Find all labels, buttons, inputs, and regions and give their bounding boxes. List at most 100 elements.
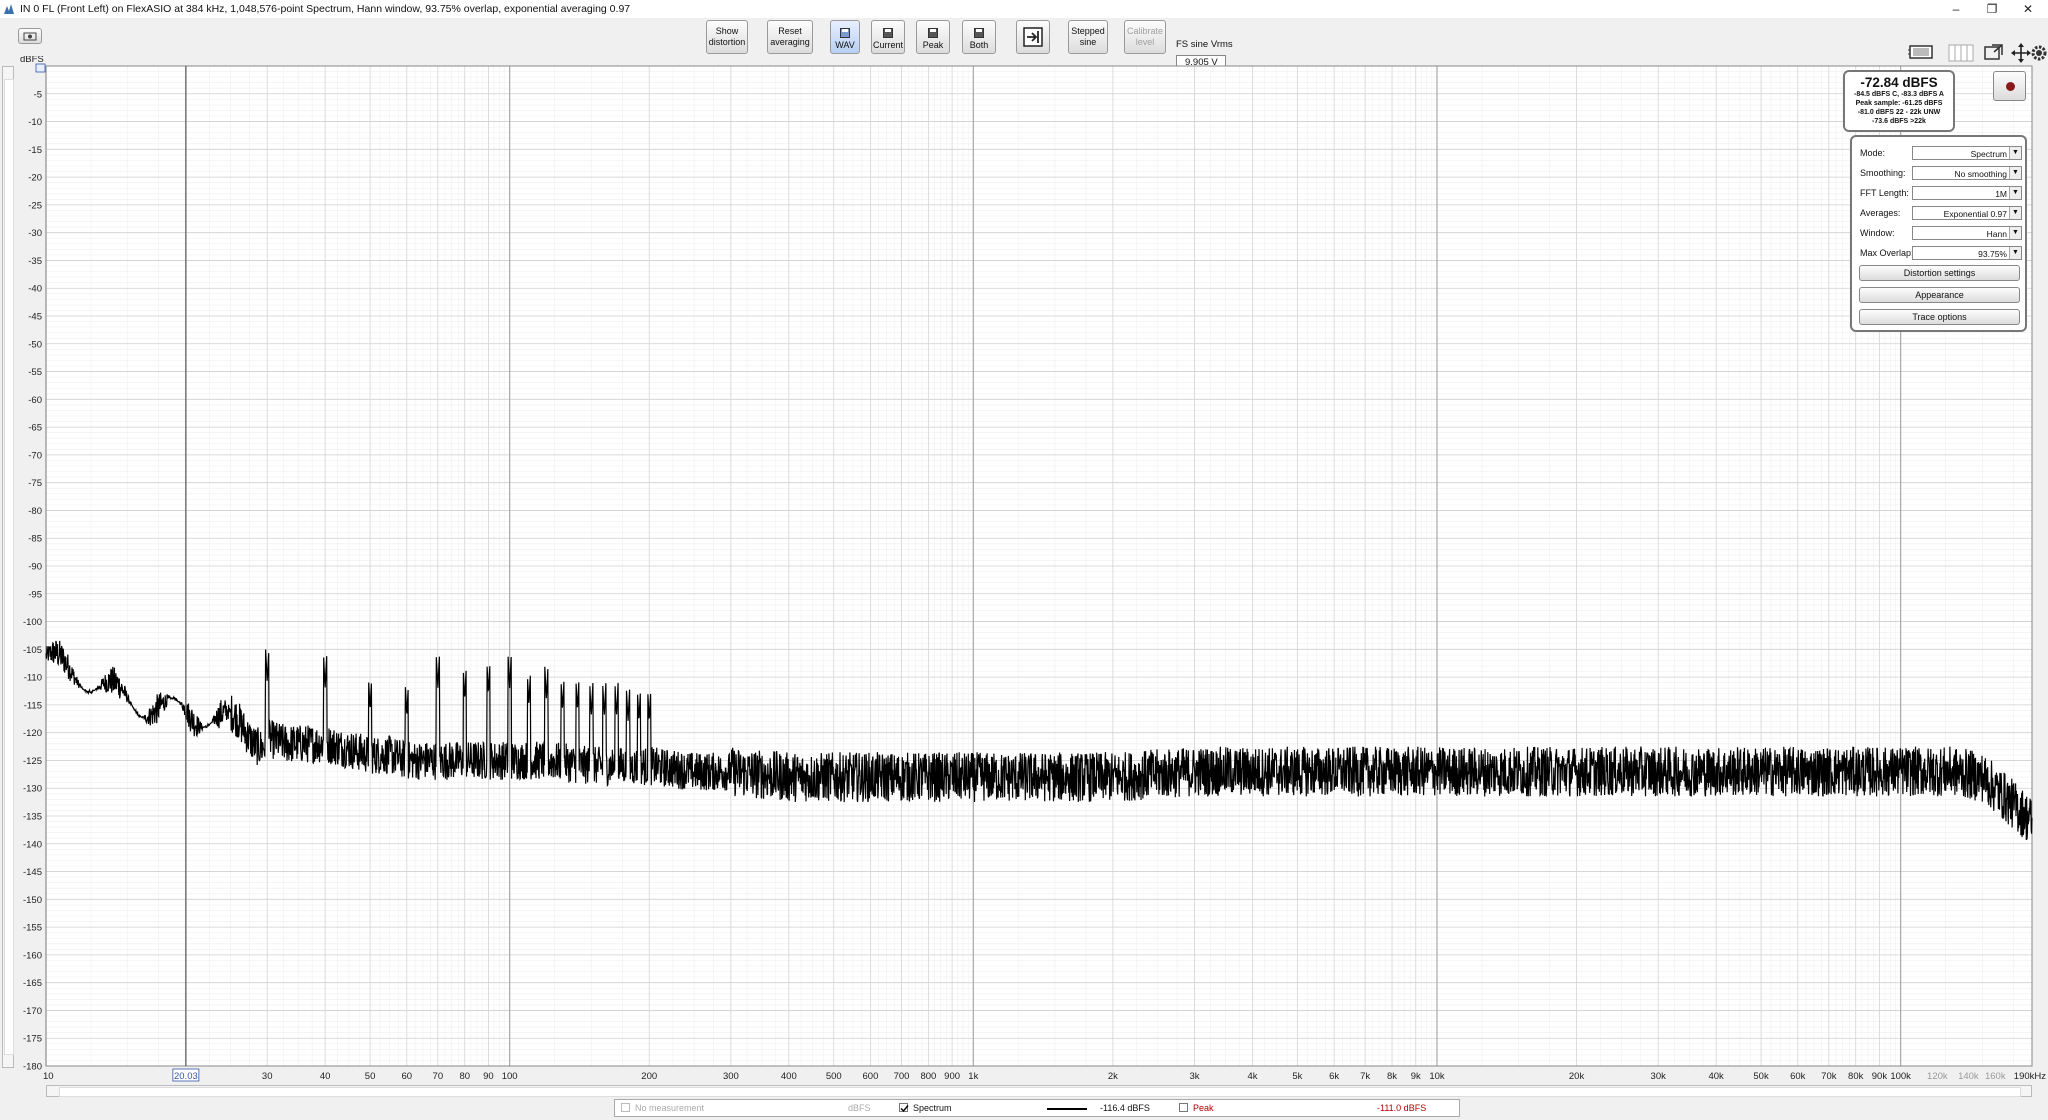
peak-checkbox[interactable] xyxy=(1179,1103,1188,1112)
record-button[interactable] xyxy=(1993,71,2026,101)
x-tick-label: 10k xyxy=(1429,1071,1445,1082)
window-value: Hann xyxy=(1986,229,2007,239)
distortion-settings-button[interactable]: Distortion settings xyxy=(1859,265,2020,281)
y-tick-label: -30 xyxy=(28,228,42,239)
y-tick-label: -165 xyxy=(23,978,42,989)
x-tick-label: 100 xyxy=(502,1071,518,1082)
x-tick-label: 500 xyxy=(826,1071,842,1082)
x-tick-label: 700 xyxy=(894,1071,910,1082)
y-tick-label: -85 xyxy=(28,534,42,545)
y-tick-label: -35 xyxy=(28,256,42,267)
x-tick-label: 2k xyxy=(1108,1071,1118,1082)
screenshot-button[interactable] xyxy=(18,28,42,44)
no-measurement-checkbox[interactable] xyxy=(621,1103,630,1112)
wav-button[interactable]: WAV xyxy=(830,20,860,54)
y-tick-label: -90 xyxy=(28,562,42,573)
spectrum-label: Spectrum xyxy=(913,1103,952,1113)
x-tick-label: 4k xyxy=(1247,1071,1257,1082)
x-tick-label: 900 xyxy=(944,1071,960,1082)
save-icon xyxy=(840,28,850,38)
calibrate-level-button[interactable]: Calibrate level xyxy=(1124,20,1166,54)
mode-select[interactable]: Spectrum ▼ xyxy=(1912,146,2022,160)
chevron-down-icon: ▼ xyxy=(2009,147,2021,159)
horizontal-scroll-thumb[interactable] xyxy=(59,1087,2021,1097)
restore-button[interactable]: ❐ xyxy=(1972,0,2012,18)
x-tick-label: 80k xyxy=(1848,1071,1864,1082)
no-measurement-label: No measurement xyxy=(635,1103,705,1113)
y-tick-label: -115 xyxy=(24,700,42,711)
x-tick-label: 300 xyxy=(723,1071,739,1082)
save-both-button[interactable]: Both xyxy=(962,20,996,54)
rta-control-panel: Mode: Spectrum ▼ Smoothing: No smoothing ▼… xyxy=(1850,135,2027,332)
averages-value: Exponential 0.97 xyxy=(1943,209,2007,219)
x-tick-label: 10 xyxy=(43,1071,54,1082)
peak-value: -111.0 dBFS xyxy=(1377,1103,1427,1113)
smoothing-select[interactable]: No smoothing ▼ xyxy=(1912,166,2022,180)
x-tick-label: 120k xyxy=(1927,1071,1948,1082)
y-tick-label: -100 xyxy=(23,617,42,628)
y-tick-label: -105 xyxy=(23,645,42,656)
x-tick-label: 200 xyxy=(641,1071,657,1082)
chevron-down-icon: ▼ xyxy=(2009,187,2021,199)
averages-select[interactable]: Exponential 0.97 ▼ xyxy=(1912,206,2022,220)
level-main-value: -72.84 dBFS xyxy=(1860,75,1938,90)
save-icon xyxy=(974,28,984,38)
x-tick-label: 9k xyxy=(1411,1071,1421,1082)
show-distortion-button[interactable]: Show distortion xyxy=(706,20,748,54)
vertical-scroll-thumb[interactable] xyxy=(4,79,14,1055)
record-icon xyxy=(2006,82,2015,91)
fft-length-value: 1M xyxy=(1995,189,2007,199)
x-tick-label: 600 xyxy=(863,1071,879,1082)
y-tick-label: -130 xyxy=(23,784,42,795)
vertical-scrollbar[interactable] xyxy=(2,66,14,1068)
level-above-22k: -73.6 dBFS >22k xyxy=(1872,118,1926,125)
reset-averaging-button[interactable]: Reset averaging xyxy=(767,20,813,54)
chevron-down-icon: ▼ xyxy=(2009,227,2021,239)
horizontal-scrollbar[interactable] xyxy=(46,1085,2032,1097)
averages-label: Averages: xyxy=(1860,208,1901,218)
fft-length-select[interactable]: 1M ▼ xyxy=(1912,186,2022,200)
y-tick-label: -140 xyxy=(23,839,42,850)
chevron-down-icon: ▼ xyxy=(2009,207,2021,219)
both-label: Both xyxy=(969,40,989,50)
minimize-button[interactable]: – xyxy=(1936,0,1976,18)
spectrum-checkbox[interactable] xyxy=(899,1103,909,1113)
trace-options-button[interactable]: Trace options xyxy=(1859,309,2020,325)
close-button[interactable]: ✕ xyxy=(2008,0,2048,18)
x-tick-label: 70k xyxy=(1821,1071,1837,1082)
peak-label: Peak xyxy=(1193,1103,1214,1113)
window-select[interactable]: Hann ▼ xyxy=(1912,226,2022,240)
fs-sine-label: FS sine Vrms xyxy=(1176,39,1233,50)
x-tick-label: 7k xyxy=(1360,1071,1370,1082)
save-peak-button[interactable]: Peak xyxy=(916,20,950,54)
y-tick-label: -175 xyxy=(23,1034,42,1045)
y-tick-label: -65 xyxy=(28,423,42,434)
y-tick-label: -45 xyxy=(28,312,42,323)
signal-input-icon xyxy=(1023,27,1043,47)
y-tick-label: -10 xyxy=(28,117,42,128)
save-icon xyxy=(883,28,893,38)
spectrum-plot[interactable]: -5 -10 -15 -20 -25 -30 -35 -40 -45 -50 -55 -60 -65 -7… xyxy=(0,56,2048,1120)
y-tick-label: -135 xyxy=(23,812,42,823)
y-tick-label: -125 xyxy=(23,756,42,767)
window-title: IN 0 FL (Front Left) on FlexASIO at 384 … xyxy=(20,3,631,15)
y-tick-label: -110 xyxy=(24,673,42,684)
y-tick-label: -120 xyxy=(23,728,42,739)
input-select-button[interactable] xyxy=(1016,20,1050,54)
fft-length-label: FFT Length: xyxy=(1860,188,1909,198)
spectrum-graph[interactable]: -5 -10 -15 -20 -25 -30 -35 -40 -45 -50 -55 -60 -65 -7… xyxy=(0,56,2048,1120)
x-tick-label: 50k xyxy=(1753,1071,1769,1082)
max-overlap-select[interactable]: 93.75% ▼ xyxy=(1912,246,2022,260)
save-current-button[interactable]: Current xyxy=(871,20,905,54)
appearance-button[interactable]: Appearance xyxy=(1859,287,2020,303)
smoothing-label: Smoothing: xyxy=(1860,168,1906,178)
max-overlap-row: Max Overlap: 93.75% ▼ xyxy=(1860,246,2022,261)
y-handle[interactable] xyxy=(35,63,46,73)
level-weighted: -84.5 dBFS C, -83.3 dBFS A xyxy=(1854,91,1944,98)
mode-value: Spectrum xyxy=(1970,149,2007,159)
x-tick-label: 80 xyxy=(459,1071,470,1082)
max-overlap-value: 93.75% xyxy=(1978,249,2007,259)
x-tick-label: 50 xyxy=(365,1071,376,1082)
cursor-readout: 20.03 xyxy=(174,1071,198,1082)
stepped-sine-button[interactable]: Stepped sine xyxy=(1068,20,1108,54)
